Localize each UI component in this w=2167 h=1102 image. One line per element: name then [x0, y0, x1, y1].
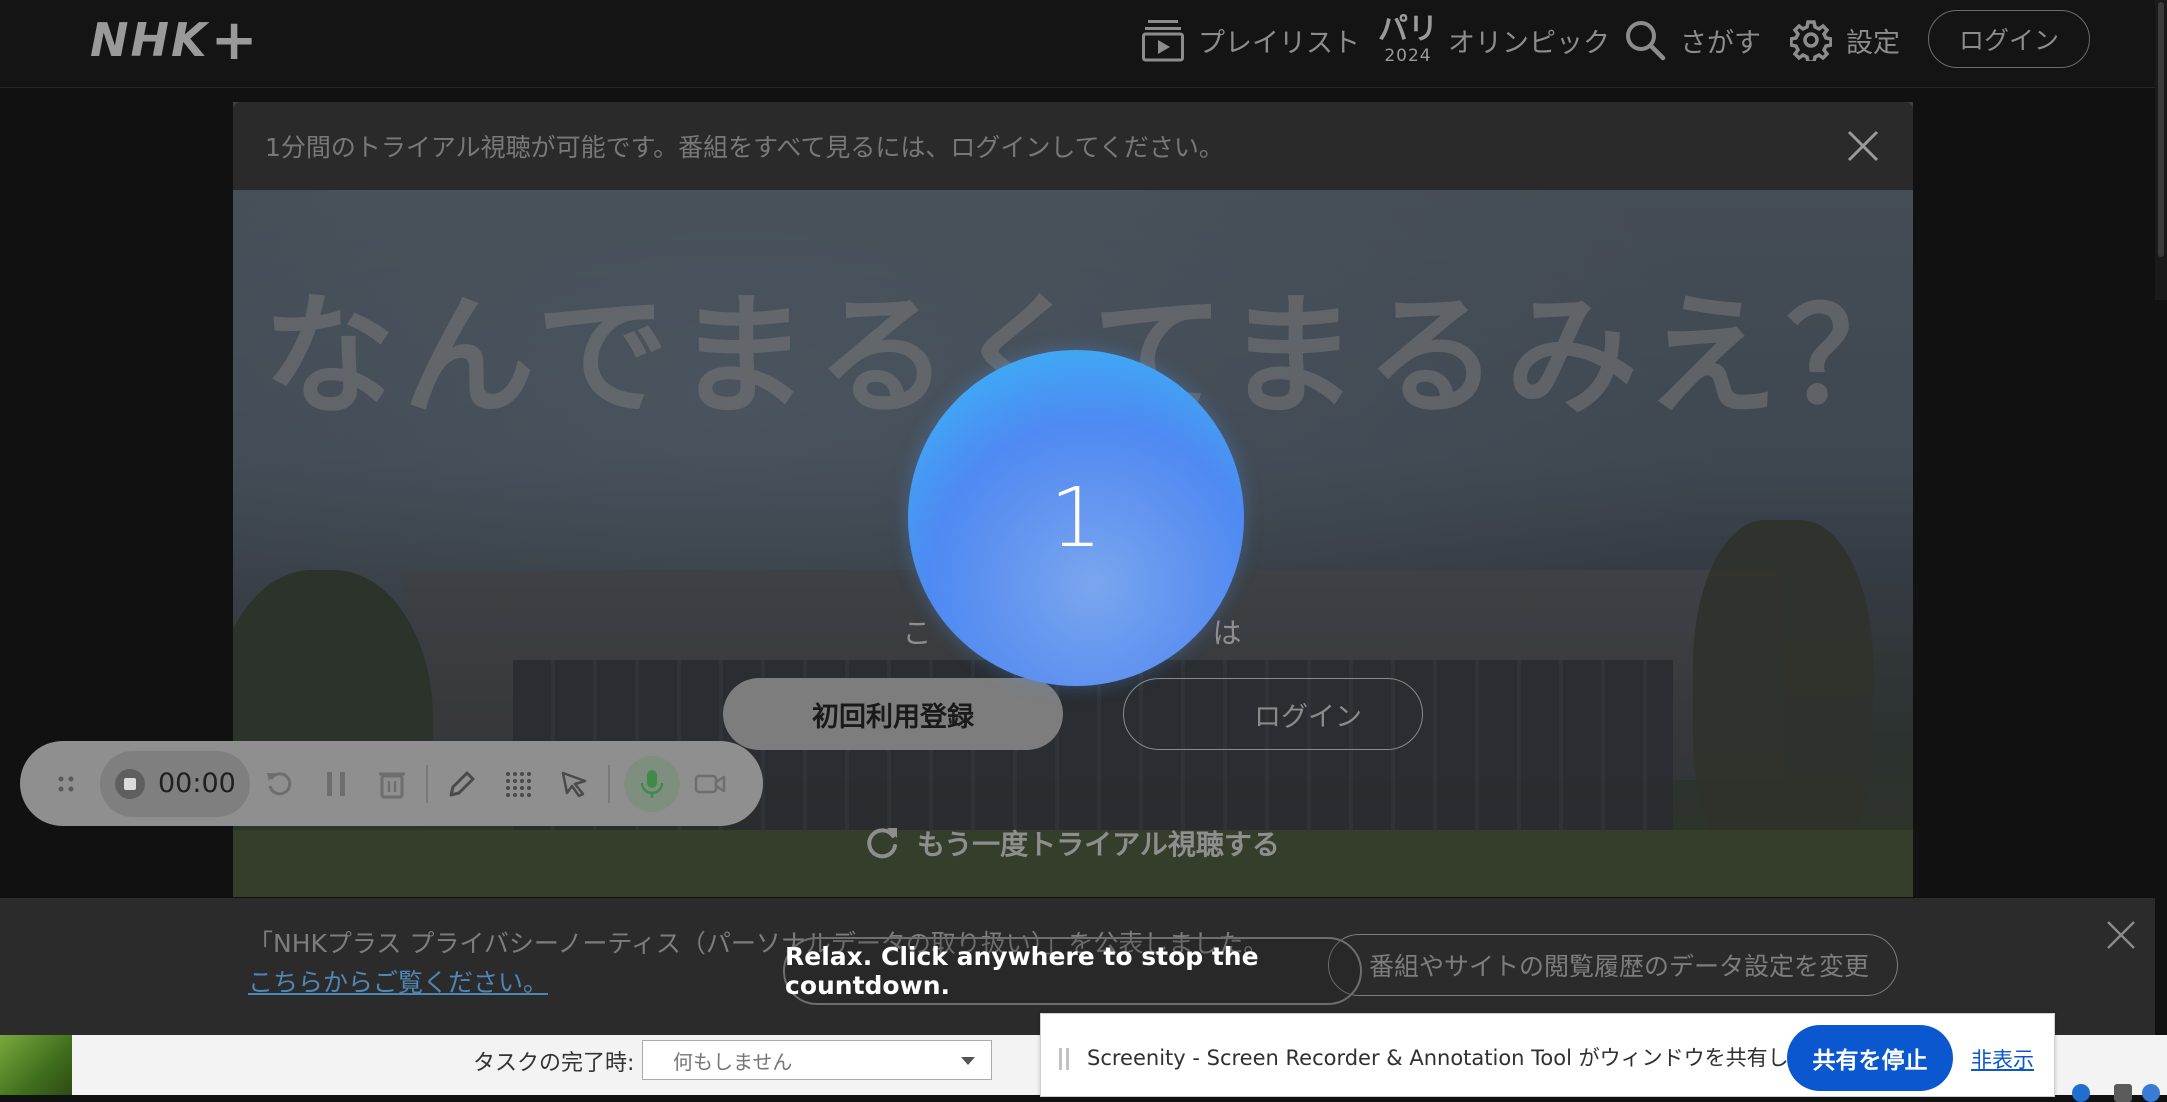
- restart-button[interactable]: [260, 764, 300, 804]
- privacy-notice-link[interactable]: こちらからご覧ください。: [248, 968, 548, 997]
- stop-icon: [115, 768, 145, 799]
- nav-settings-label: 設定: [1846, 27, 1900, 59]
- microphone-icon: [640, 769, 664, 798]
- trial-banner-text: 1分間のトライアル視聴が可能です。番組をすべて見るには、ログインしてください。: [265, 133, 1224, 162]
- nhk-plus-logo[interactable]: NHK +: [90, 7, 260, 73]
- chevron-down-icon: [961, 1057, 975, 1065]
- page-scrollbar[interactable]: [2155, 0, 2167, 300]
- screen-share-notification: Screenity - Screen Recorder & Annotation…: [1040, 1013, 2055, 1097]
- cursor-button[interactable]: [554, 764, 594, 804]
- tray-icon[interactable]: [2072, 1084, 2090, 1102]
- task-complete-label: タスクの完了時:: [473, 1051, 635, 1076]
- nav-search-label: さがす: [1680, 27, 1761, 59]
- tray-icon[interactable]: [2142, 1084, 2160, 1102]
- paris-2024-mark: パリ 2024: [1378, 15, 1438, 65]
- site-header: NHK + プレイリスト パリ 2024 オリンピック さがす 設定 ログイン: [0, 0, 2167, 88]
- hide-notification-link[interactable]: 非表示: [1971, 1044, 2034, 1074]
- nav-playlist[interactable]: プレイリスト: [1142, 10, 1360, 70]
- countdown-circle[interactable]: 1: [908, 350, 1244, 686]
- pause-button[interactable]: [316, 764, 356, 804]
- stop-sharing-button[interactable]: 共有を停止: [1787, 1025, 1953, 1091]
- recorder-toolbar: 00:00: [20, 741, 763, 826]
- privacy-settings-button[interactable]: 番組やサイトの閲覧履歴のデータ設定を変更: [1328, 934, 1898, 996]
- task-complete-value: 何もしません: [673, 1049, 793, 1074]
- header-login-button[interactable]: ログイン: [1928, 10, 2090, 68]
- nav-search[interactable]: さがす: [1624, 10, 1761, 70]
- toolbar-divider: [425, 764, 428, 803]
- playlist-icon: [1142, 20, 1184, 62]
- signup-button[interactable]: 初回利用登録: [723, 678, 1063, 750]
- player-login-button[interactable]: ログイン: [1123, 678, 1423, 750]
- blur-button[interactable]: [498, 764, 538, 804]
- draw-button[interactable]: [442, 764, 482, 804]
- close-icon[interactable]: [2104, 918, 2138, 952]
- cursor-icon: [561, 771, 587, 797]
- pencil-icon: [449, 771, 475, 796]
- share-status-text: Screenity - Screen Recorder & Annotation…: [1087, 1046, 1891, 1070]
- dot-grid-icon: [505, 771, 531, 797]
- toolbar-divider: [607, 764, 610, 803]
- gear-icon: [1790, 20, 1832, 61]
- olympic-mark-year: 2024: [1384, 46, 1432, 66]
- scrollbar-thumb[interactable]: [2158, 2, 2164, 257]
- recording-timer: 00:00: [100, 750, 250, 817]
- restart-icon: [266, 771, 292, 795]
- delete-button[interactable]: [372, 764, 412, 804]
- nav-olympic[interactable]: パリ 2024 オリンピック: [1378, 10, 1610, 70]
- countdown-stop-hint[interactable]: Relax. Click anywhere to stop the countd…: [783, 937, 1362, 1005]
- trial-banner: 1分間のトライアル視聴が可能です。番組をすべて見るには、ログインしてください。: [233, 102, 1913, 190]
- drag-handle[interactable]: [1059, 1048, 1069, 1070]
- replay-icon: [867, 828, 897, 859]
- retry-trial-button[interactable]: もう一度トライアル視聴する: [863, 818, 1280, 868]
- camera-button[interactable]: [690, 764, 730, 804]
- logo-plus: +: [210, 7, 260, 73]
- system-tray-fragment: [2030, 1080, 2167, 1102]
- stop-recording-button[interactable]: [110, 764, 150, 804]
- microphone-button[interactable]: [623, 755, 680, 812]
- nav-olympic-label: オリンピック: [1448, 27, 1610, 59]
- wallpaper-fragment: [0, 1035, 72, 1095]
- trash-icon: [378, 772, 405, 798]
- retry-trial-label: もう一度トライアル視聴する: [917, 828, 1280, 861]
- pause-icon: [326, 771, 345, 796]
- olympic-mark-top: パリ: [1378, 12, 1438, 47]
- camera-icon: [694, 774, 726, 793]
- nav-playlist-label: プレイリスト: [1198, 27, 1360, 59]
- drag-handle[interactable]: [46, 764, 86, 804]
- tray-icon[interactable]: [2114, 1084, 2132, 1102]
- nav-settings[interactable]: 設定: [1790, 10, 1900, 70]
- logo-text: NHK: [90, 13, 209, 67]
- drag-grip-icon: [58, 776, 74, 791]
- recording-time: 00:00: [158, 768, 236, 799]
- search-icon: [1626, 21, 1666, 61]
- close-icon[interactable]: [1843, 126, 1883, 166]
- task-complete-select[interactable]: 何もしません: [642, 1040, 992, 1080]
